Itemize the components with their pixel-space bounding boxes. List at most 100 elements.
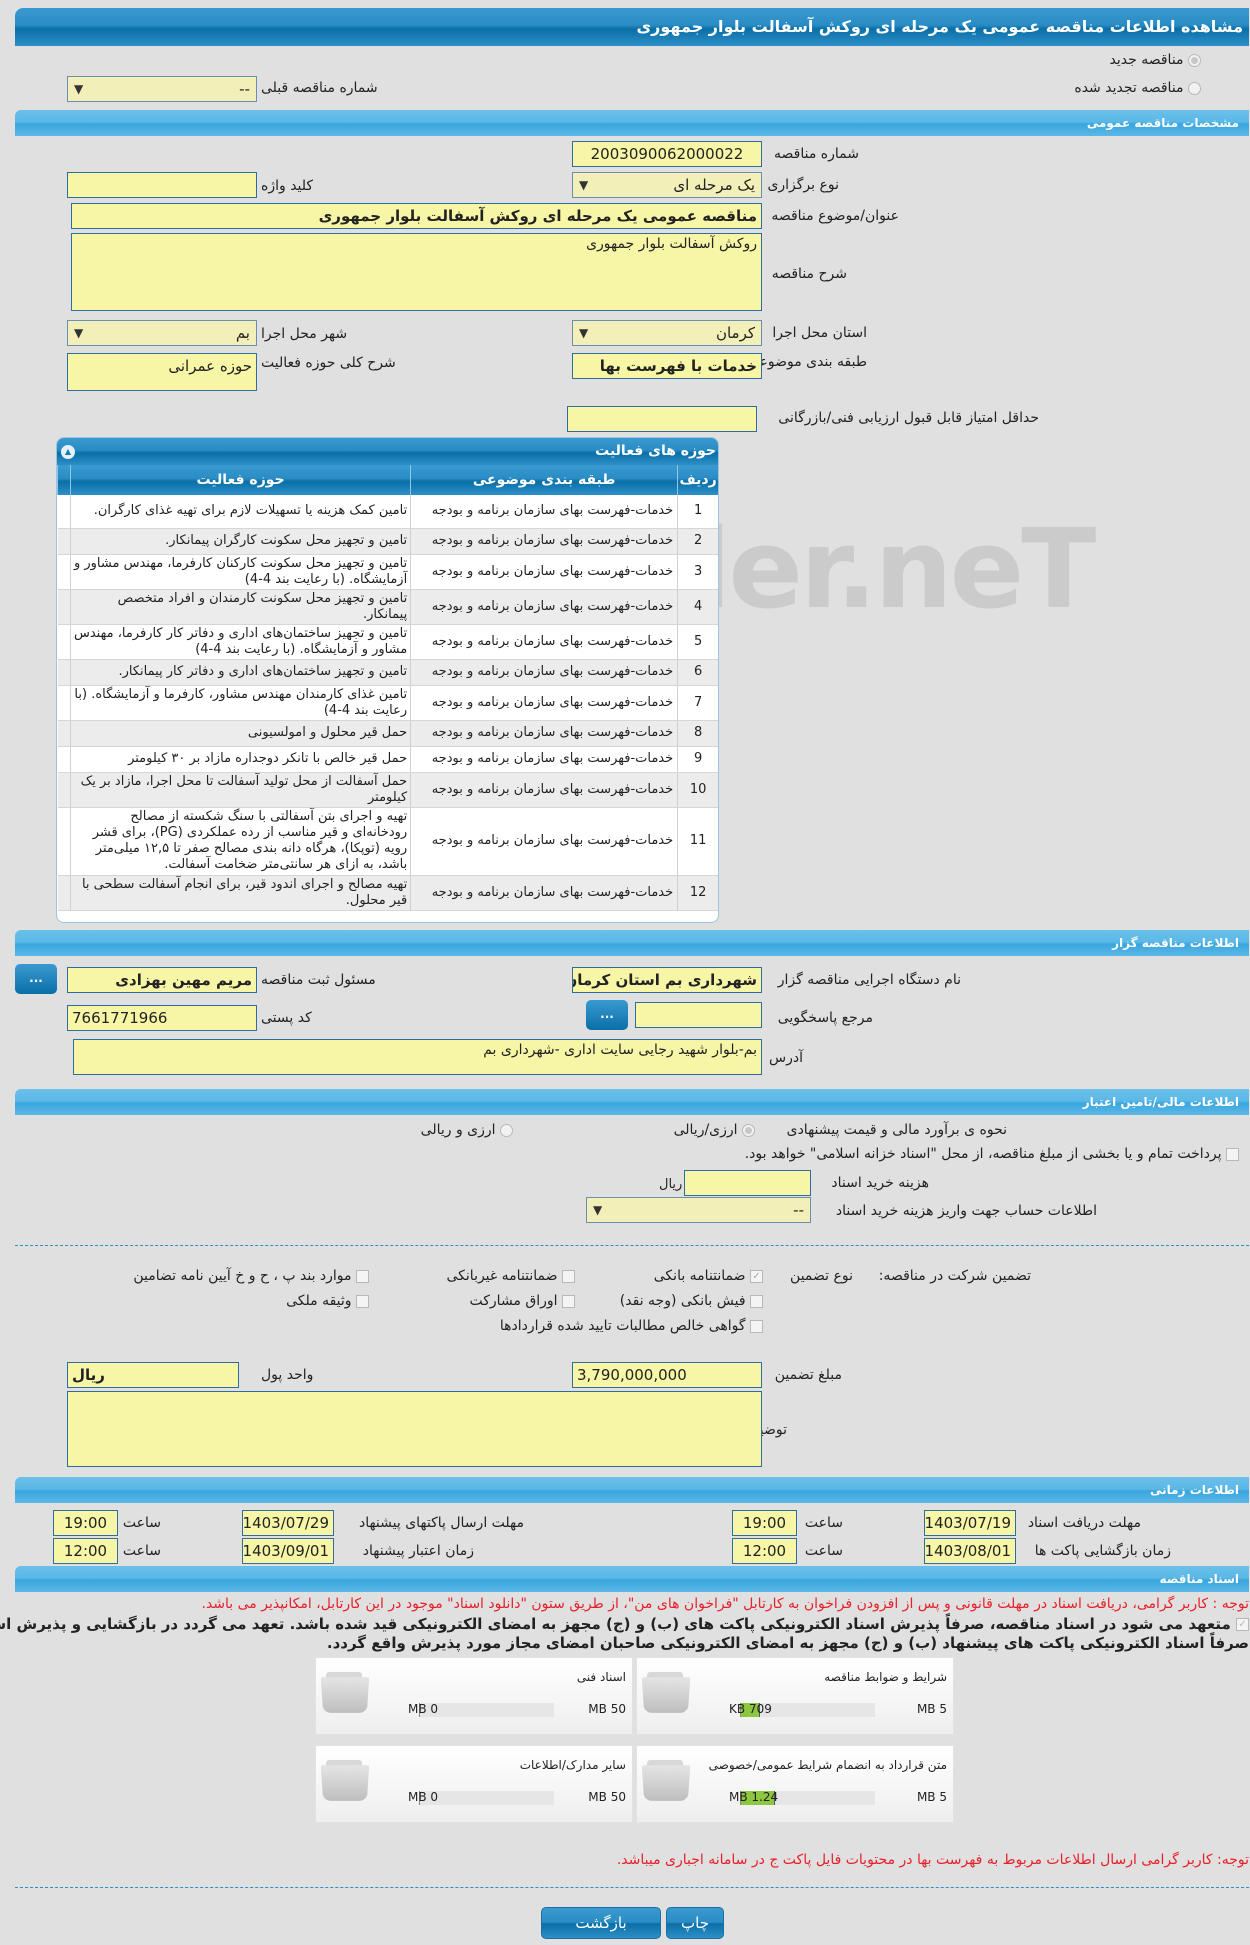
holding-type-value: یک مرحله ای — [674, 176, 756, 194]
guarantee-option[interactable]: وثیقه ملکی — [287, 1293, 370, 1309]
opening-time[interactable]: 12:00 — [733, 1538, 798, 1564]
description-field[interactable]: روکش آسفالت بلوار جمهوری — [72, 233, 763, 311]
activity-scope-field[interactable]: حوزه عمرانی — [68, 353, 258, 391]
guarantee-amount-field[interactable]: 3,790,000,000 — [573, 1362, 763, 1388]
doc-cost-unit: ریال — [660, 1177, 684, 1192]
back-button[interactable]: بازگشت — [542, 1907, 662, 1939]
row-number: 12 — [678, 875, 719, 911]
checkbox-icon[interactable] — [751, 1294, 764, 1308]
checkbox-icon[interactable] — [751, 1319, 764, 1333]
submit-deadline-time[interactable]: 19:00 — [54, 1510, 119, 1536]
checkbox-icon[interactable] — [563, 1269, 576, 1283]
chevron-down-icon: ▼ — [580, 326, 590, 340]
reference-lookup-button[interactable]: ... — [587, 1000, 629, 1030]
guarantee-option-label: موارد بند پ ، ح و خ آیین نامه تضامین — [134, 1268, 353, 1284]
submit-deadline-date[interactable]: 1403/07/29 — [243, 1510, 335, 1536]
table-row: 4 خدمات-فهرست بهای سازمان برنامه و بودجه ت… — [58, 589, 719, 625]
islamic-treasury-checkbox[interactable]: پرداخت تمام و یا بخشی از مبلغ مناقصه، از… — [746, 1146, 1240, 1162]
document-box[interactable]: شرایط و ضوابط مناقصه 5 MB 709 KB — [637, 1657, 955, 1735]
account-select[interactable]: -- ▼ — [587, 1197, 812, 1223]
doc-cost-field[interactable] — [685, 1170, 812, 1196]
postal-code-field[interactable]: 7661771966 — [68, 1005, 258, 1031]
row-category: خدمات-فهرست بهای سازمان برنامه و بودجه — [411, 772, 679, 808]
notes-field[interactable] — [68, 1391, 763, 1467]
doc-deadline-date[interactable]: 1403/07/19 — [925, 1510, 1017, 1536]
radio-renewed-label: مناقصه تجدید شده — [1075, 80, 1185, 96]
activities-table: ردیف طبقه بندی موضوعی حوزه فعالیت 1 خدمات… — [58, 465, 719, 911]
radio-renewed-tender[interactable]: مناقصه تجدید شده — [1075, 80, 1202, 96]
city-select[interactable]: بم ▼ — [68, 320, 258, 346]
guarantee-option[interactable]: ✓ ضمانتنامه بانکی — [655, 1268, 764, 1284]
col-activity: حوزه فعالیت — [70, 465, 412, 495]
doc-deadline-time[interactable]: 19:00 — [733, 1510, 798, 1536]
table-row: 6 خدمات-فهرست بهای سازمان برنامه و بودجه ت… — [58, 659, 719, 686]
commitment-checkbox[interactable]: ✓ — [1237, 1618, 1250, 1631]
doc-deadline-label: مهلت دریافت اسناد — [1028, 1515, 1142, 1531]
validity-date[interactable]: 1403/09/01 — [243, 1538, 335, 1564]
commitment-line-2: صرفاً اسناد الکترونیکی پاکت های پیشنهاد … — [327, 1634, 1250, 1652]
document-box[interactable]: اسناد فنی 50 MB 0 MB — [316, 1657, 634, 1735]
document-box[interactable]: متن قرارداد به انضمام شرایط عمومی/خصوصی 5… — [637, 1745, 955, 1823]
folder-icon[interactable] — [323, 1760, 373, 1802]
document-max-size: 5 MB — [917, 1790, 948, 1804]
guarantee-option[interactable]: موارد بند پ ، ح و خ آیین نامه تضامین — [134, 1268, 370, 1284]
folder-icon[interactable] — [644, 1672, 694, 1714]
registrar-field[interactable]: مریم مهین بهزادی — [68, 967, 258, 993]
folder-icon[interactable] — [644, 1760, 694, 1802]
city-value: بم — [236, 324, 251, 342]
previous-number-select[interactable]: -- ▼ — [68, 76, 258, 102]
row-category: خدمات-فهرست بهای سازمان برنامه و بودجه — [411, 554, 679, 590]
collapse-icon[interactable]: ▲ — [62, 445, 76, 459]
document-box[interactable]: سایر مدارک/اطلاعات 50 MB 0 MB — [316, 1745, 634, 1823]
radio-currency-rial-icon[interactable] — [501, 1123, 514, 1137]
org-name-field[interactable]: شهرداری بم استان کرمان — [573, 967, 763, 993]
document-name: متن قرارداد به انضمام شرایط عمومی/خصوصی — [709, 1758, 948, 1772]
validity-label: زمان اعتبار پیشنهاد — [363, 1543, 475, 1559]
document-size-bar — [420, 1703, 555, 1717]
row-number: 11 — [678, 807, 719, 876]
row-category: خدمات-فهرست بهای سازمان برنامه و بودجه — [411, 589, 679, 625]
radio-renewed-icon[interactable] — [1189, 81, 1202, 95]
checkbox-icon[interactable] — [357, 1269, 370, 1283]
guarantee-option[interactable]: اوراق مشارکت — [471, 1293, 576, 1309]
checkbox-icon[interactable] — [357, 1294, 370, 1308]
guarantee-amount-label: مبلغ تضمین — [775, 1367, 843, 1383]
checkbox-icon[interactable] — [563, 1294, 576, 1308]
address-field[interactable]: بم-بلوار شهید رجایی سایت اداری -شهرداری … — [74, 1039, 763, 1075]
row-category: خدمات-فهرست بهای سازمان برنامه و بودجه — [411, 528, 679, 555]
print-button[interactable]: چاپ — [667, 1907, 725, 1939]
min-score-field[interactable] — [568, 406, 758, 432]
section-general: مشخصات مناقصه عمومی — [16, 110, 1250, 136]
guarantee-option[interactable]: فیش بانکی (وجه نقد) — [621, 1293, 764, 1309]
radio-rial[interactable]: ارزی/ریالی — [675, 1122, 756, 1138]
checkbox-icon[interactable] — [1227, 1147, 1240, 1161]
guarantee-option[interactable]: گواهی خالص مطالبات تایید شده قراردادها — [501, 1318, 764, 1334]
row-activity: تامین و تجهیز محل سکونت کارمندان و افراد… — [70, 589, 412, 625]
radio-new-label: مناقصه جدید — [1110, 52, 1185, 68]
radio-new-tender[interactable]: مناقصه جدید — [1111, 52, 1202, 68]
subject-field[interactable]: مناقصه عمومی یک مرحله ای روکش آسفالت بلو… — [72, 203, 763, 229]
row-activity: تامین کمک هزینه یا تسهیلات لازم برای تهی… — [70, 495, 412, 529]
validity-time[interactable]: 12:00 — [54, 1538, 119, 1564]
holding-type-select[interactable]: یک مرحله ای ▼ — [573, 172, 763, 198]
keyword-field[interactable] — [68, 172, 258, 198]
opening-date[interactable]: 1403/08/01 — [925, 1538, 1017, 1564]
currency-field[interactable]: ریال — [68, 1362, 240, 1388]
row-category: خدمات-فهرست بهای سازمان برنامه و بودجه — [411, 495, 679, 529]
radio-new-icon[interactable] — [1189, 53, 1202, 67]
radio-rial-icon[interactable] — [743, 1123, 756, 1137]
section-financial: اطلاعات مالی/تامین اعتبار — [16, 1089, 1250, 1115]
radio-currency-rial[interactable]: ارزی و ریالی — [422, 1122, 514, 1138]
chevron-down-icon: ▼ — [75, 326, 85, 340]
checkbox-icon[interactable]: ✓ — [751, 1269, 764, 1283]
folder-icon[interactable] — [323, 1672, 373, 1714]
guarantee-option[interactable]: ضمانتنامه غیربانکی — [448, 1268, 576, 1284]
row-number: 3 — [678, 554, 719, 590]
tender-number-field[interactable]: 2003090062000022 — [573, 141, 763, 167]
document-name: اسناد فنی — [577, 1670, 627, 1684]
registrar-lookup-button[interactable]: ... — [16, 964, 58, 994]
currency-label: واحد پول — [262, 1367, 315, 1383]
province-select[interactable]: کرمان ▼ — [573, 320, 763, 346]
category-field[interactable]: خدمات با فهرست بها — [573, 353, 763, 379]
reference-field[interactable] — [636, 1002, 763, 1028]
